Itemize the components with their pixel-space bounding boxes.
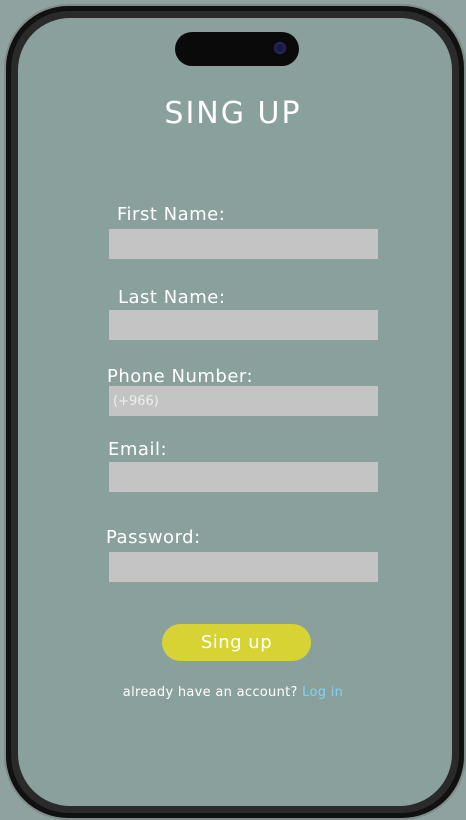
email-label: Email: xyxy=(108,439,168,460)
login-link[interactable]: Log in xyxy=(302,685,343,700)
password-label: Password: xyxy=(106,527,201,548)
first-name-field[interactable] xyxy=(109,229,378,259)
phone-number-label: Phone Number: xyxy=(107,366,254,387)
email-field[interactable] xyxy=(109,462,378,492)
page-title: SING UP xyxy=(164,96,302,131)
sign-up-button[interactable]: Sing up xyxy=(162,624,311,661)
login-prompt-text: already have an account? xyxy=(122,685,298,700)
last-name-field[interactable] xyxy=(109,310,378,340)
last-name-label: Last Name: xyxy=(118,287,226,308)
first-name-label: First Name: xyxy=(117,204,226,225)
login-prompt: already have an account? Log in xyxy=(0,685,466,700)
stage: SING UP First Name: Last Name: Phone Num… xyxy=(0,0,466,820)
phone-number-field[interactable] xyxy=(109,386,378,416)
password-field[interactable] xyxy=(109,552,378,582)
camera-icon xyxy=(274,42,286,54)
